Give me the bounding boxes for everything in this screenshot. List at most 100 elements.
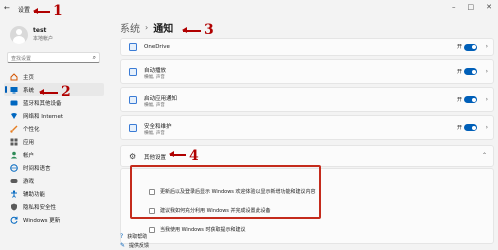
- annotation-arrow: [33, 8, 50, 14]
- accessibility-icon: [10, 189, 18, 198]
- sidebar-item-label: 游戏: [23, 178, 35, 185]
- other-settings-options: 更新后以及登录后显示 Windows 欢迎体验以显示新增功能和建议内容 建议我如…: [120, 168, 494, 244]
- chevron-right-icon: ›: [485, 95, 488, 103]
- get-help-link[interactable]: ? 获取帮助: [120, 233, 147, 240]
- option-row[interactable]: 当我使用 Windows 时获取提示和建议: [149, 226, 246, 233]
- app-name: 启动应用通知: [144, 96, 178, 102]
- title-bar: ← 设置 – □ ✕: [0, 0, 498, 18]
- brush-icon: [10, 125, 18, 133]
- user-account-type: 本地帐户: [33, 36, 54, 42]
- sidebar-item-windows-update[interactable]: Windows 更新: [4, 213, 104, 226]
- other-settings-header[interactable]: ⚙ 其他设置 ⌃: [120, 145, 494, 167]
- sidebar-item-label: 蓝牙和其他设备: [23, 100, 62, 107]
- app-notification-row[interactable]: 安全和维护 横幅, 声音 开 ›: [120, 115, 494, 140]
- checkbox[interactable]: [149, 207, 155, 214]
- option-row[interactable]: 更新后以及登录后显示 Windows 欢迎体验以显示新增功能和建议内容: [149, 188, 316, 195]
- other-settings-title: 其他设置: [144, 155, 167, 161]
- annotation-arrow: [169, 151, 186, 157]
- sidebar-item-apps[interactable]: 应用: [4, 135, 104, 148]
- apps-icon: [10, 138, 18, 146]
- notification-toggle[interactable]: [464, 68, 477, 75]
- sidebar-item-time-language[interactable]: 时间和语言: [4, 161, 104, 174]
- toggle-state-label: 开: [456, 96, 462, 103]
- sidebar-item-label: 个性化: [23, 126, 40, 133]
- annotation-number: 2: [61, 84, 71, 100]
- app-title: 设置: [18, 7, 31, 14]
- onedrive-icon: [129, 43, 137, 51]
- sidebar-item-accessibility[interactable]: 辅助功能: [4, 187, 104, 200]
- sidebar-item-privacy[interactable]: 隐私和安全性: [4, 200, 104, 213]
- notification-toggle[interactable]: [464, 96, 477, 103]
- sidebar-item-personalization[interactable]: 个性化: [4, 122, 104, 135]
- toggle-state-label: 开: [456, 68, 462, 75]
- breadcrumb-separator: ›: [145, 23, 149, 32]
- feedback-link[interactable]: ✎ 提供反馈: [120, 242, 149, 249]
- app-notification-sub: 横幅, 声音: [144, 75, 165, 80]
- annotation-arrow: [182, 27, 201, 33]
- globe-icon: [10, 163, 18, 172]
- app-notification-row[interactable]: 自动播放 横幅, 声音 开 ›: [120, 59, 494, 84]
- security-maintenance-icon: [129, 123, 137, 132]
- help-icon: ?: [120, 233, 124, 240]
- app-notification-row[interactable]: OneDrive 开 ›: [120, 38, 494, 56]
- sidebar-item-label: 系统: [23, 87, 35, 94]
- sidebar: test 本地帐户 查找设置 ⌕ 主页 系统 蓝牙和其他设备 网络和 Inter…: [0, 18, 112, 250]
- annotation-arrow: [39, 89, 58, 95]
- shield-icon: [10, 203, 18, 211]
- startup-apps-icon: [129, 95, 137, 104]
- sidebar-item-accounts[interactable]: 帐户: [4, 148, 104, 161]
- option-row[interactable]: 建议我如何充分利用 Windows 并完成设置此设备: [149, 207, 271, 214]
- sidebar-item-label: 主页: [23, 74, 35, 81]
- annotation-number: 4: [189, 148, 199, 164]
- minimize-button[interactable]: –: [452, 3, 456, 11]
- annotation-number: 3: [204, 22, 214, 38]
- main-content: 系统 › 通知 OneDrive 开 › 自动播放 横幅, 声音 开 › 启动应…: [112, 18, 498, 250]
- breadcrumb: 系统 › 通知: [120, 20, 173, 35]
- gear-icon: ⚙: [129, 152, 137, 161]
- get-help-label: 获取帮助: [127, 234, 148, 240]
- toggle-state-label: 开: [456, 124, 462, 131]
- checkbox-label: 建议我如何充分利用 Windows 并完成设置此设备: [160, 208, 271, 214]
- sidebar-item-system[interactable]: 系统: [4, 83, 104, 96]
- search-placeholder: 查找设置: [11, 55, 32, 62]
- breadcrumb-parent[interactable]: 系统: [120, 20, 140, 35]
- sidebar-item-label: 隐私和安全性: [23, 204, 57, 211]
- feedback-label: 提供反馈: [129, 243, 150, 249]
- close-button[interactable]: ✕: [486, 3, 492, 11]
- update-icon: [10, 216, 18, 224]
- chevron-right-icon: ›: [485, 123, 488, 131]
- user-name: test: [33, 27, 47, 34]
- search-input[interactable]: 查找设置 ⌕: [7, 52, 100, 63]
- checkbox[interactable]: [149, 188, 155, 195]
- notification-toggle[interactable]: [464, 124, 477, 131]
- checkbox-label: 当我使用 Windows 时获取提示和建议: [160, 227, 246, 233]
- sidebar-item-label: Windows 更新: [23, 217, 61, 224]
- sidebar-item-network[interactable]: 网络和 Internet: [4, 109, 104, 122]
- sidebar-item-label: 时间和语言: [23, 165, 51, 172]
- bluetooth-icon: [10, 99, 18, 107]
- chevron-up-icon: ⌃: [481, 152, 487, 159]
- checkbox[interactable]: [149, 226, 155, 233]
- annotation-number: 1: [53, 3, 63, 19]
- avatar[interactable]: [10, 26, 28, 44]
- sidebar-item-label: 网络和 Internet: [23, 113, 64, 120]
- sidebar-item-label: 应用: [23, 139, 35, 146]
- search-icon: ⌕: [92, 54, 96, 61]
- sidebar-item-bluetooth[interactable]: 蓝牙和其他设备: [4, 96, 104, 109]
- app-notification-row[interactable]: 启动应用通知 横幅, 声音 开 ›: [120, 87, 494, 112]
- sidebar-item-label: 帐户: [23, 152, 35, 159]
- home-icon: [10, 72, 18, 81]
- system-icon: [10, 86, 18, 94]
- autoplay-icon: [129, 67, 137, 76]
- network-icon: [10, 112, 18, 120]
- gamepad-icon: [10, 177, 18, 185]
- page-title: 通知: [153, 24, 174, 35]
- maximize-button[interactable]: □: [468, 3, 475, 11]
- checkbox-label: 更新后以及登录后显示 Windows 欢迎体验以显示新增功能和建议内容: [160, 189, 316, 195]
- back-arrow-icon[interactable]: ←: [4, 4, 10, 12]
- notification-toggle[interactable]: [464, 43, 477, 51]
- sidebar-item-home[interactable]: 主页: [4, 70, 104, 83]
- sidebar-item-gaming[interactable]: 游戏: [4, 174, 104, 187]
- app-notification-sub: 横幅, 声音: [144, 131, 165, 136]
- app-name: 安全和维护: [144, 124, 172, 130]
